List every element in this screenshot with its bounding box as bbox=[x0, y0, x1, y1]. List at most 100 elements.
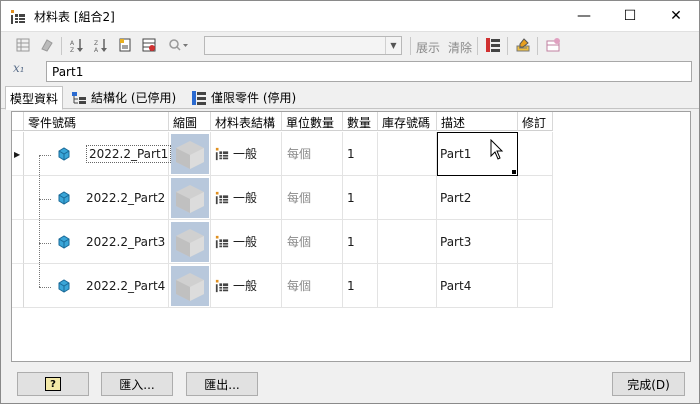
pencil-icon bbox=[516, 38, 530, 52]
thumbnail-cell bbox=[169, 264, 211, 308]
revision-cell[interactable] bbox=[518, 264, 553, 308]
view-options-button[interactable] bbox=[13, 35, 33, 55]
column-header[interactable]: 零件號碼 bbox=[24, 112, 169, 131]
find-dropdown-button[interactable] bbox=[163, 35, 193, 55]
sort-descending-button[interactable]: ZA bbox=[91, 35, 111, 55]
minimize-button[interactable]: — bbox=[561, 1, 607, 31]
description-cell[interactable]: Part2 bbox=[437, 176, 518, 220]
tab-parts-only[interactable]: 僅限零件 (停用) bbox=[187, 86, 300, 109]
part-number-cell[interactable]: 2022.2_Part2 bbox=[24, 176, 169, 220]
stock-number-cell[interactable] bbox=[378, 264, 437, 308]
row-selector[interactable] bbox=[12, 264, 24, 308]
column-header[interactable]: 單位數量 bbox=[282, 112, 343, 131]
show-button[interactable]: 展示 bbox=[416, 39, 440, 56]
description-cell[interactable]: Part4 bbox=[437, 264, 518, 308]
thumbnail-cell bbox=[169, 176, 211, 220]
part-cube-icon bbox=[58, 279, 70, 293]
row-selector[interactable] bbox=[12, 176, 24, 220]
close-button[interactable]: ✕ bbox=[653, 1, 699, 31]
qty-cell[interactable]: 1 bbox=[343, 220, 378, 264]
stock-number-cell[interactable] bbox=[378, 132, 437, 176]
structured-icon bbox=[72, 91, 86, 104]
svg-text:Z: Z bbox=[70, 47, 74, 53]
bom-structure-cell[interactable]: 一般 bbox=[211, 220, 282, 264]
add-column-button[interactable] bbox=[543, 35, 563, 55]
qty-cell[interactable]: 1 bbox=[343, 132, 378, 176]
column-header[interactable]: 縮圖 bbox=[169, 112, 211, 131]
bom-structure-cell[interactable]: 一般 bbox=[211, 132, 282, 176]
current-row-icon: ▶ bbox=[14, 150, 21, 159]
sort-descending-icon: ZA bbox=[94, 39, 107, 53]
import-button[interactable]: 匯入... bbox=[101, 372, 173, 396]
edit-properties-button[interactable] bbox=[513, 35, 533, 55]
part-thumbnail bbox=[171, 178, 209, 218]
revision-cell[interactable] bbox=[518, 176, 553, 220]
part-thumbnail bbox=[171, 134, 209, 174]
tab-structured[interactable]: 結構化 (已停用) bbox=[67, 86, 180, 109]
bom-structure-text: 一般 bbox=[233, 191, 258, 205]
formula-bar: x₁ Part1 bbox=[1, 59, 699, 85]
unit-qty-cell[interactable]: 每個 bbox=[282, 132, 343, 176]
expression-icon: x₁ bbox=[13, 61, 25, 75]
parts-list-icon bbox=[192, 90, 206, 105]
bom-structure-cell[interactable]: 一般 bbox=[211, 176, 282, 220]
bom-structure-text: 一般 bbox=[233, 235, 258, 249]
part-number-text: 2022.2_Part4 bbox=[86, 278, 166, 293]
column-header[interactable]: 庫存號碼 bbox=[378, 112, 437, 131]
fill-handle[interactable] bbox=[512, 170, 516, 174]
bom-structure-icon bbox=[215, 235, 229, 248]
cell-value-input[interactable]: Part1 bbox=[46, 61, 692, 82]
chevron-down-icon[interactable]: ▼ bbox=[385, 37, 401, 54]
view-combo[interactable]: ▼ bbox=[204, 36, 402, 55]
table-check-icon bbox=[142, 38, 156, 52]
column-header[interactable]: 描述 bbox=[437, 112, 518, 131]
part-number-cell[interactable]: 2022.2_Part3 bbox=[24, 220, 169, 264]
tab-model-data[interactable]: 模型資料 bbox=[5, 86, 64, 110]
column-header[interactable]: 修訂 bbox=[518, 112, 553, 131]
eraser-icon bbox=[41, 39, 53, 52]
qty-cell[interactable]: 1 bbox=[343, 176, 378, 220]
export-button[interactable]: 匯出... bbox=[186, 372, 258, 396]
stock-number-cell[interactable] bbox=[378, 220, 437, 264]
magnifier-icon bbox=[169, 39, 188, 51]
tab-bar: 模型資料 結構化 (已停用) 僅限零件 (停用) bbox=[1, 85, 699, 110]
export-table-button[interactable] bbox=[115, 35, 135, 55]
part-cube-icon bbox=[58, 235, 70, 249]
maximize-button[interactable]: ☐ bbox=[607, 1, 653, 31]
edit-button[interactable] bbox=[37, 35, 57, 55]
stock-number-cell[interactable] bbox=[378, 176, 437, 220]
description-cell[interactable]: Part3 bbox=[437, 220, 518, 264]
title-bar: 材料表 [組合2] — ☐ ✕ bbox=[1, 1, 699, 31]
description-cell[interactable]: Part1 bbox=[437, 132, 518, 176]
help-button[interactable]: ? bbox=[17, 372, 89, 396]
column-header[interactable]: 數量 bbox=[343, 112, 378, 131]
part-number-cell[interactable]: 2022.2_Part1 bbox=[24, 132, 172, 176]
part-number-cell[interactable]: 2022.2_Part4 bbox=[24, 264, 169, 308]
revision-cell[interactable] bbox=[518, 132, 553, 176]
bom-structure-icon bbox=[215, 191, 229, 204]
thumbnail-cell bbox=[169, 132, 211, 176]
unit-qty-cell[interactable]: 每個 bbox=[282, 264, 343, 308]
svg-text:Z: Z bbox=[94, 40, 98, 47]
bom-window: 材料表 [組合2] — ☐ ✕ AZ ZA ▼ 展示 清除 x₁ Part1 模… bbox=[0, 0, 700, 404]
clear-button[interactable]: 清除 bbox=[448, 39, 472, 56]
part-thumbnail bbox=[171, 266, 209, 306]
bom-structure-cell[interactable]: 一般 bbox=[211, 264, 282, 308]
structure-icon bbox=[486, 38, 500, 52]
tab-label: 僅限零件 (停用) bbox=[211, 91, 297, 105]
unit-qty-cell[interactable]: 每個 bbox=[282, 220, 343, 264]
bom-structure-button[interactable] bbox=[483, 35, 503, 55]
table-settings-button[interactable] bbox=[139, 35, 159, 55]
sort-ascending-button[interactable]: AZ bbox=[67, 35, 87, 55]
revision-cell[interactable] bbox=[518, 220, 553, 264]
done-button[interactable]: 完成(D) bbox=[612, 372, 685, 396]
unit-qty-cell[interactable]: 每個 bbox=[282, 176, 343, 220]
tab-label: 結構化 (已停用) bbox=[91, 91, 177, 105]
row-selector[interactable] bbox=[12, 220, 24, 264]
window-title: 材料表 [組合2] bbox=[34, 10, 115, 24]
column-header[interactable]: 材料表結構 bbox=[211, 112, 282, 131]
help-icon: ? bbox=[45, 377, 61, 391]
qty-cell[interactable]: 1 bbox=[343, 264, 378, 308]
row-selector[interactable]: ▶ bbox=[12, 132, 24, 176]
tab-label: 模型資料 bbox=[10, 91, 59, 106]
